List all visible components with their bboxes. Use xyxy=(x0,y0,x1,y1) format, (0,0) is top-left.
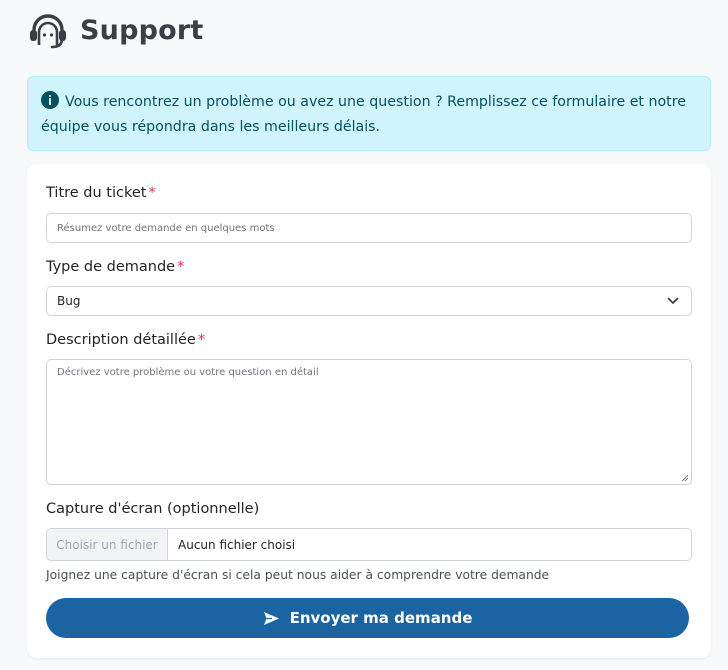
info-icon xyxy=(41,91,59,109)
ticket-form: Titre du ticket * Résumez votre demande e… xyxy=(27,164,711,658)
headset-icon xyxy=(30,14,66,49)
file-status: Aucun fichier choisi xyxy=(178,537,296,552)
page-title: Support xyxy=(80,14,204,46)
type-label-text: Type de demande xyxy=(46,259,176,275)
required-marker: * xyxy=(177,259,185,275)
chevron-down-icon xyxy=(667,297,679,304)
screenshot-label-text: Capture d'écran (optionnelle) xyxy=(46,501,260,517)
title-label-text: Titre du ticket xyxy=(46,185,147,201)
screenshot-help-text: Joignez une capture d'écran si cela peut… xyxy=(46,568,550,582)
screenshot-label: Capture d'écran (optionnelle) xyxy=(46,501,259,517)
info-alert: Vous rencontrez un problème ou avez une … xyxy=(27,76,711,151)
submit-button[interactable]: Envoyer ma demande xyxy=(46,598,689,638)
choose-file-button[interactable]: Choisir un fichier xyxy=(47,529,168,560)
description-placeholder: Décrivez votre problème ou votre questio… xyxy=(57,367,319,378)
support-page: Support Vous rencontrez un problème ou a… xyxy=(0,0,728,670)
resize-handle-icon[interactable] xyxy=(681,474,689,482)
description-textarea[interactable]: Décrivez votre problème ou votre questio… xyxy=(46,359,692,485)
type-select-value: Bug xyxy=(57,294,81,308)
required-marker: * xyxy=(197,332,206,348)
send-icon xyxy=(263,611,279,625)
submit-label: Envoyer ma demande xyxy=(289,609,473,627)
page-header: Support xyxy=(28,10,204,50)
title-input[interactable]: Résumez votre demande en quelques mots xyxy=(46,213,692,243)
type-label: Type de demande * xyxy=(46,259,184,275)
type-select[interactable]: Bug xyxy=(46,286,692,316)
description-label: Description détaillée * xyxy=(46,332,205,348)
title-input-placeholder: Résumez votre demande en quelques mots xyxy=(57,222,275,234)
title-label: Titre du ticket * xyxy=(46,185,156,201)
screenshot-file-input[interactable]: Choisir un fichier Aucun fichier choisi xyxy=(46,528,692,561)
required-marker: * xyxy=(148,185,156,201)
alert-message: Vous rencontrez un problème ou avez une … xyxy=(41,94,686,135)
description-label-text: Description détaillée xyxy=(46,332,196,348)
